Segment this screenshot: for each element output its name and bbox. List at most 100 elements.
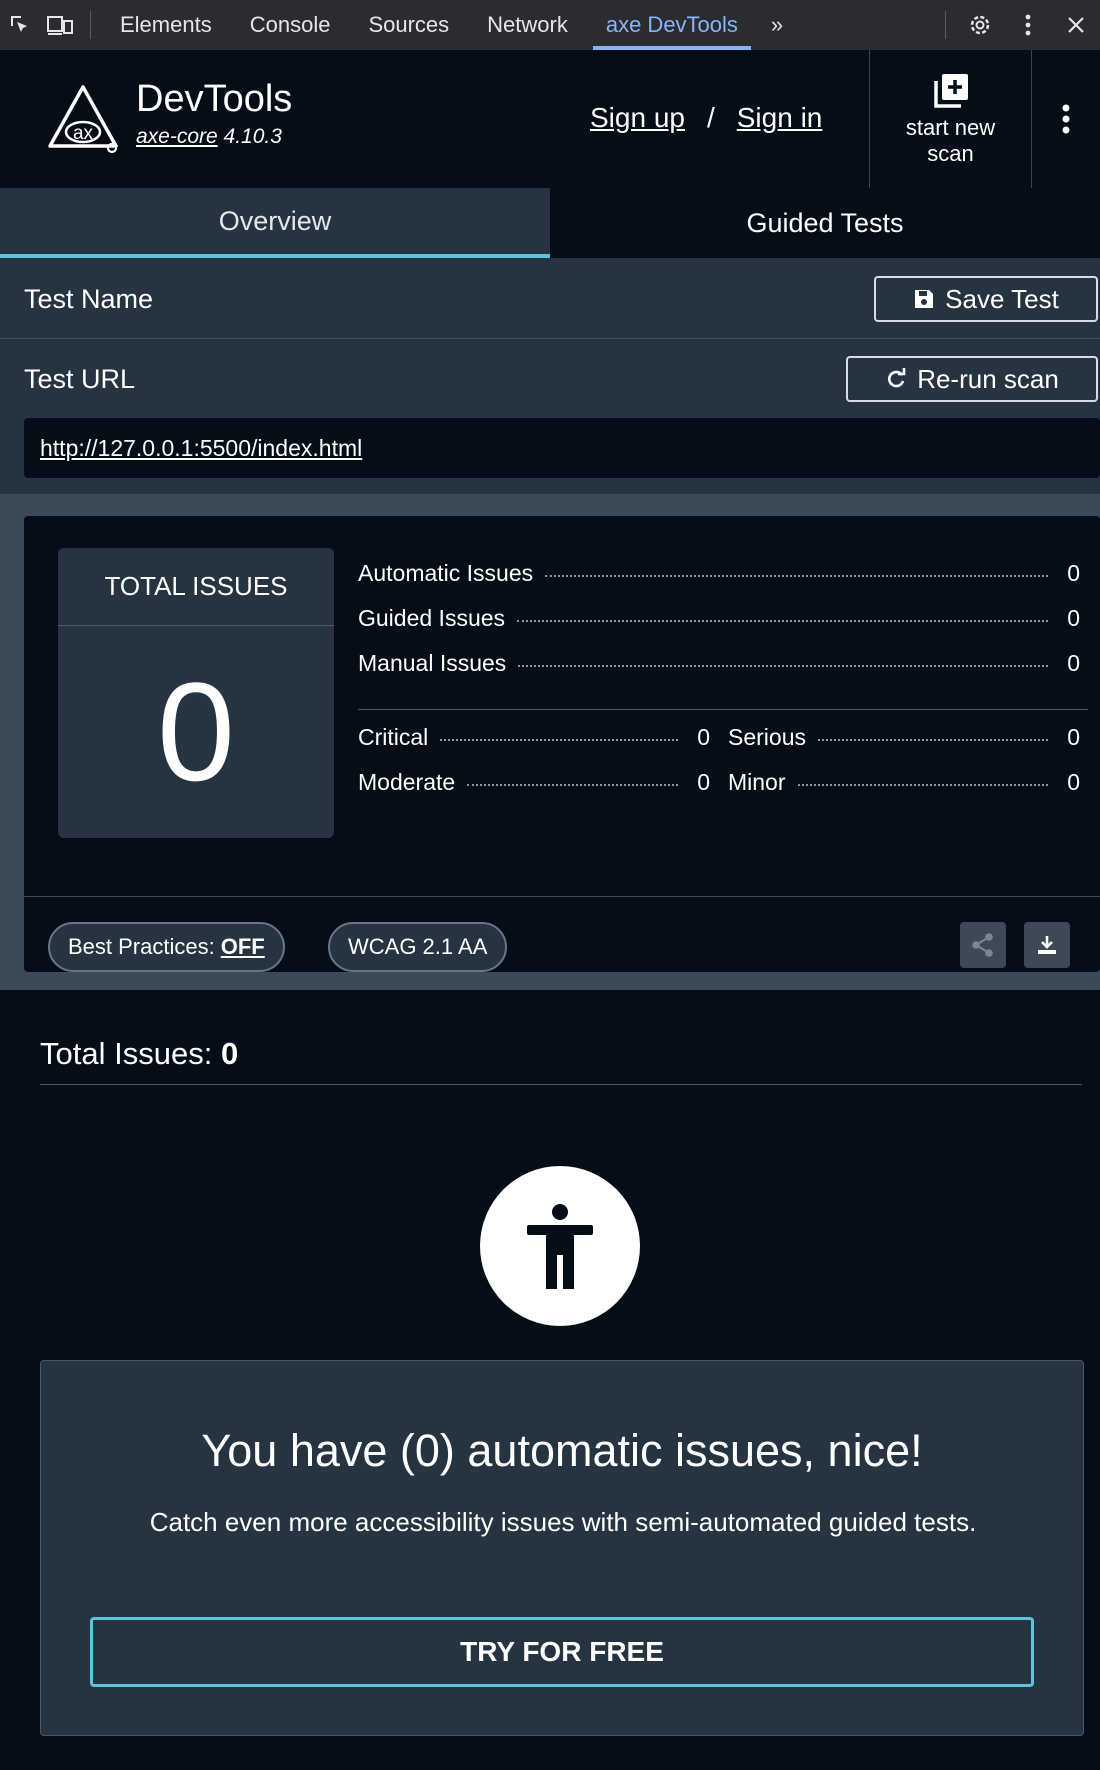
wcag-standard-label: WCAG 2.1 AA xyxy=(348,934,488,959)
critical-count: 0 xyxy=(697,724,710,750)
sign-up-link[interactable]: Sign up xyxy=(590,102,685,134)
promo-text: Catch even more accessibility issues wit… xyxy=(149,1507,977,1537)
best-practices-value: OFF xyxy=(220,934,265,959)
devtools-tab-console[interactable]: Console xyxy=(231,0,350,50)
accessibility-person-icon xyxy=(480,1166,640,1326)
issue-counts: Automatic Issues 0 Guided Issues 0 Manua… xyxy=(358,560,1088,814)
engine-version: axe-core 4.10.3 xyxy=(136,125,292,149)
test-url-field: http://127.0.0.1:5500/index.html xyxy=(24,418,1100,478)
dot-leader xyxy=(517,620,1048,622)
share-icon xyxy=(972,933,993,957)
auth-separator: / xyxy=(706,102,715,133)
devtools-tabstrip: Elements Console Sources Network axe Dev… xyxy=(0,0,1100,50)
results-heading-label: Total Issues: xyxy=(40,1036,213,1071)
minor-row: Minor 0 xyxy=(728,769,1080,814)
devtools-menu-kebab-icon[interactable] xyxy=(1004,0,1052,50)
test-url-link[interactable]: http://127.0.0.1:5500/index.html xyxy=(40,435,362,462)
refresh-icon xyxy=(888,368,906,388)
best-practices-label: Best Practices: xyxy=(68,934,215,959)
dot-leader xyxy=(817,739,1048,741)
total-issues-box: TOTAL ISSUES 0 xyxy=(58,548,334,838)
save-test-button[interactable]: Save Test xyxy=(874,276,1098,322)
devtools-tab-sources[interactable]: Sources xyxy=(349,0,468,50)
dot-leader xyxy=(467,784,678,786)
dot-leader xyxy=(440,739,678,741)
moderate-count: 0 xyxy=(697,769,710,795)
add-scan-icon xyxy=(933,74,968,108)
guided-issues-row: Guided Issues 0 xyxy=(358,605,1080,650)
export-button[interactable] xyxy=(1024,922,1070,968)
download-icon xyxy=(1038,936,1056,954)
manual-issues-count: 0 xyxy=(1067,650,1080,676)
guided-issues-label: Guided Issues xyxy=(358,605,506,631)
device-toolbar-icon[interactable] xyxy=(40,0,80,50)
promo-title: You have (0) automatic issues, nice! xyxy=(201,1425,923,1476)
axe-menu-kebab-icon[interactable] xyxy=(1032,50,1100,188)
start-scan-label-line2: scan xyxy=(927,141,974,166)
test-info-panel: Test Name Save Test Test URL Re-run scan… xyxy=(0,258,1100,494)
summary-section: TOTAL ISSUES 0 Automatic Issues 0 Guided… xyxy=(0,494,1100,990)
results-heading: Total Issues: 0 xyxy=(40,1036,238,1072)
moderate-row: Moderate 0 xyxy=(358,769,710,814)
svg-text:ax: ax xyxy=(73,123,94,144)
tab-guided-tests[interactable]: Guided Tests xyxy=(550,188,1100,258)
automatic-issues-count: 0 xyxy=(1067,560,1080,586)
critical-row: Critical 0 xyxy=(358,724,710,769)
automatic-issues-label: Automatic Issues xyxy=(358,560,534,586)
severity-row-2: Moderate 0 Minor 0 xyxy=(358,769,1080,814)
engine-version-number: 4.10.3 xyxy=(223,125,282,148)
critical-label: Critical xyxy=(358,724,429,750)
dot-leader xyxy=(797,784,1048,786)
test-url-label: Test URL xyxy=(24,364,136,394)
manual-issues-label: Manual Issues xyxy=(358,650,507,676)
best-practices-toggle[interactable]: Best Practices: OFF xyxy=(48,922,285,972)
serious-row: Serious 0 xyxy=(728,724,1080,769)
start-scan-label-line1: start new xyxy=(905,115,996,140)
dot-leader xyxy=(518,665,1048,667)
sign-in-link[interactable]: Sign in xyxy=(737,102,823,134)
minor-label: Minor xyxy=(728,769,786,795)
save-test-label: Save Test xyxy=(945,283,1059,314)
brand-title: DevTools xyxy=(136,78,293,120)
devtools-tab-network[interactable]: Network xyxy=(468,0,587,50)
devtools-tab-elements[interactable]: Elements xyxy=(101,0,231,50)
results-heading-count: 0 xyxy=(220,1036,239,1071)
rerun-scan-button[interactable]: Re-run scan xyxy=(846,356,1098,402)
summary-card: TOTAL ISSUES 0 Automatic Issues 0 Guided… xyxy=(24,516,1100,972)
test-name-label: Test Name xyxy=(24,284,154,314)
results-divider xyxy=(40,1084,1082,1085)
axe-header: ax DevTools axe-core 4.10.3 Sign up / Si… xyxy=(0,50,1100,188)
automatic-issues-row: Automatic Issues 0 xyxy=(358,560,1080,605)
minor-count: 0 xyxy=(1067,769,1080,795)
axe-core-link[interactable]: axe-core xyxy=(136,125,218,148)
settings-gear-icon[interactable] xyxy=(956,0,1004,50)
rerun-scan-label: Re-run scan xyxy=(917,363,1059,394)
auth-links: Sign up / Sign in xyxy=(590,102,822,134)
serious-count: 0 xyxy=(1067,724,1080,750)
main-tabs: Overview Guided Tests xyxy=(0,188,1100,258)
start-new-scan-button[interactable]: start new scan xyxy=(869,50,1032,188)
manual-issues-row: Manual Issues 0 xyxy=(358,650,1080,695)
try-for-free-button[interactable]: TRY FOR FREE xyxy=(90,1617,1034,1687)
severity-row-1: Critical 0 Serious 0 xyxy=(358,724,1080,769)
guided-tests-promo: You have (0) automatic issues, nice! Cat… xyxy=(40,1360,1084,1736)
total-issues-count: 0 xyxy=(157,653,235,810)
save-icon xyxy=(915,290,934,308)
brand: DevTools axe-core 4.10.3 xyxy=(136,78,292,149)
more-tabs-chevron-icon[interactable]: » xyxy=(757,12,797,38)
dot-leader xyxy=(545,575,1048,577)
guided-issues-count: 0 xyxy=(1067,605,1080,631)
inspect-element-icon[interactable] xyxy=(0,0,40,50)
axe-logo-icon: ax xyxy=(46,82,120,154)
counts-divider xyxy=(358,709,1088,710)
test-name-divider xyxy=(0,338,1100,339)
serious-label: Serious xyxy=(728,724,806,750)
tabstrip-divider-right xyxy=(945,11,946,39)
summary-divider xyxy=(24,896,1100,897)
close-devtools-icon[interactable] xyxy=(1052,0,1100,50)
devtools-tab-axe[interactable]: axe DevTools xyxy=(587,0,757,50)
tabstrip-divider xyxy=(90,11,91,39)
wcag-standard-button[interactable]: WCAG 2.1 AA xyxy=(328,922,508,972)
share-button[interactable] xyxy=(960,922,1006,968)
tab-overview[interactable]: Overview xyxy=(0,188,550,258)
